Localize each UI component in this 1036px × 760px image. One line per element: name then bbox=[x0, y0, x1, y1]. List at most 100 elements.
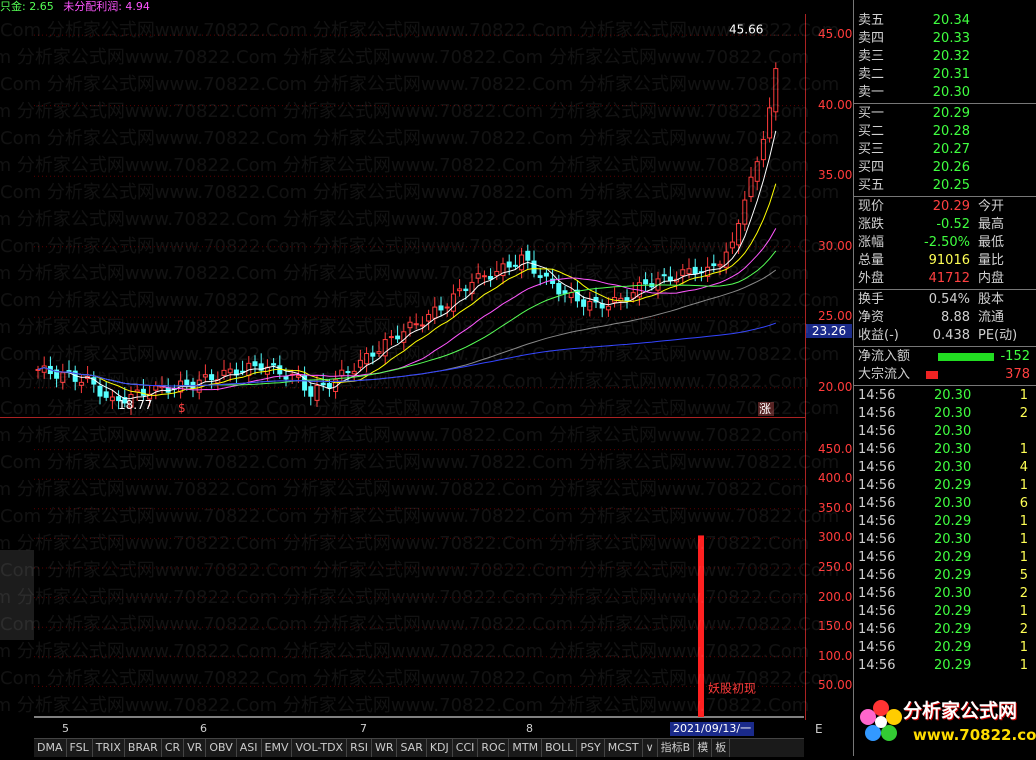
indicator-axis-label: 200.0 bbox=[818, 589, 853, 604]
tick-time: 14:56 bbox=[858, 442, 896, 457]
candle-body bbox=[450, 293, 456, 312]
candle-body bbox=[395, 335, 401, 340]
corner-label[interactable]: E bbox=[815, 722, 851, 738]
indicator-tab[interactable]: DMA bbox=[34, 739, 67, 757]
indicator-tab[interactable]: EMV bbox=[262, 739, 293, 757]
tick-row: 14:56 20.30 4 bbox=[854, 459, 1034, 477]
indicator-tab-right[interactable]: 指标B bbox=[658, 739, 695, 757]
bid-level: 买一 20.29 bbox=[854, 105, 1034, 123]
candle-body bbox=[320, 382, 326, 386]
indicator-tab[interactable]: SAR bbox=[397, 739, 427, 757]
candle-body bbox=[686, 268, 692, 275]
tick-volume: 4 bbox=[1019, 460, 1028, 475]
candle-body bbox=[767, 107, 773, 139]
ask-level-label: 卖一 bbox=[858, 85, 885, 100]
fund-flow-row: 净流入额 -152 bbox=[854, 348, 1034, 366]
moving-average-line bbox=[37, 130, 777, 400]
indicator-axis-label: 450.0 bbox=[818, 441, 853, 456]
candle-body bbox=[537, 275, 543, 278]
indicator-chart[interactable]: 妖股初现 bbox=[34, 420, 804, 720]
ask-level: 卖二 20.31 bbox=[854, 66, 1034, 84]
fund-flow-row: 大宗流入 378 bbox=[854, 366, 1034, 384]
indicator-tab[interactable]: ∨ bbox=[643, 739, 658, 757]
quote-row-label: 现价 bbox=[858, 199, 885, 214]
indicator-tab[interactable]: ROC bbox=[478, 739, 510, 757]
bid-level-value: 20.25 bbox=[932, 178, 970, 193]
quote-row: 总量 91016 量比 bbox=[854, 252, 1034, 270]
candle-body bbox=[364, 353, 370, 365]
indicator-tab[interactable]: FSL bbox=[67, 739, 93, 757]
candle-body bbox=[60, 372, 66, 383]
quote-row-value: 41712 bbox=[928, 271, 970, 286]
indicator-tab[interactable]: TRIX bbox=[93, 739, 125, 757]
indicator-tab[interactable]: PSY bbox=[577, 739, 605, 757]
fund-flow-bar bbox=[938, 353, 994, 361]
indicator-tab[interactable]: BRAR bbox=[125, 739, 162, 757]
panel-separator bbox=[854, 346, 1036, 347]
month-label-0: 5 bbox=[62, 722, 69, 735]
candle-body bbox=[103, 391, 109, 398]
candle-body bbox=[754, 161, 760, 182]
candle-body bbox=[221, 369, 227, 376]
bid-level: 买五 20.25 bbox=[854, 177, 1034, 195]
indicator-tab[interactable]: ASI bbox=[237, 739, 262, 757]
candle-body bbox=[773, 68, 779, 113]
candle-body bbox=[742, 199, 748, 225]
indicator-tab[interactable]: WR bbox=[372, 739, 398, 757]
bid-level-value: 20.28 bbox=[932, 124, 970, 139]
panel-separator bbox=[854, 196, 1036, 197]
candle-body bbox=[370, 352, 376, 357]
candle-body bbox=[326, 383, 332, 389]
indicator-tab[interactable]: VR bbox=[184, 739, 207, 757]
bid-level: 买二 20.28 bbox=[854, 123, 1034, 141]
indicator-tab-right[interactable]: 板 bbox=[712, 739, 731, 757]
tick-row: 14:56 20.29 1 bbox=[854, 603, 1034, 621]
indicator-tab[interactable]: BOLL bbox=[542, 739, 578, 757]
candle-body bbox=[519, 254, 525, 271]
candlestick-chart[interactable]: 45.66 18.77 $ 涨 bbox=[34, 14, 804, 416]
price-axis-label: 35.00 bbox=[818, 168, 853, 183]
tick-volume: 2 bbox=[1019, 586, 1028, 601]
indicator-tab-right[interactable]: 模 bbox=[694, 739, 713, 757]
indicator-tab[interactable]: VOL-TDX bbox=[292, 739, 348, 757]
quote-row: 涨幅 -2.50% 最低 bbox=[854, 234, 1034, 252]
tick-volume: 1 bbox=[1019, 532, 1028, 547]
candle-body bbox=[525, 250, 531, 261]
candle-body bbox=[692, 266, 698, 275]
ask-level: 卖四 20.33 bbox=[854, 30, 1034, 48]
tick-time: 14:56 bbox=[858, 478, 896, 493]
price-axis-label: 20.00 bbox=[818, 379, 853, 394]
candle-body bbox=[432, 306, 438, 319]
indicator-tab[interactable]: CR bbox=[162, 739, 185, 757]
quote-row-label2: 量比 bbox=[978, 253, 1005, 268]
tick-price: 20.30 bbox=[934, 532, 972, 547]
tick-row: 14:56 20.29 1 bbox=[854, 513, 1034, 531]
tick-price: 20.29 bbox=[934, 568, 972, 583]
tick-time: 14:56 bbox=[858, 658, 896, 673]
tick-time: 14:56 bbox=[858, 568, 896, 583]
quote-row-label: 涨跌 bbox=[858, 217, 885, 232]
candle-body bbox=[308, 386, 314, 397]
indicator-tab[interactable]: CCI bbox=[453, 739, 479, 757]
month-label-3: 8 bbox=[526, 722, 533, 735]
indicator-axis-label: 150.0 bbox=[818, 619, 853, 634]
bid-level-label: 买一 bbox=[858, 106, 885, 121]
indicator-tab[interactable]: OBV bbox=[206, 739, 237, 757]
fundamental-row-value: 0.54% bbox=[928, 292, 970, 307]
indicator-tab[interactable]: MCST bbox=[605, 739, 643, 757]
candle-body bbox=[283, 376, 289, 380]
bid-level-label: 买四 bbox=[858, 160, 885, 175]
indicator-tab[interactable]: KDJ bbox=[427, 739, 453, 757]
indicator-signal-label: 妖股初现 bbox=[708, 681, 756, 695]
bid-level-value: 20.26 bbox=[932, 160, 970, 175]
indicator-tab[interactable]: RSI bbox=[347, 739, 372, 757]
tick-row: 14:56 20.29 1 bbox=[854, 549, 1034, 567]
candle-body bbox=[736, 223, 742, 246]
candle-body bbox=[209, 374, 215, 381]
candle-body bbox=[78, 381, 84, 386]
indicator-tab[interactable]: MTM bbox=[509, 739, 543, 757]
candle-body bbox=[481, 275, 487, 278]
tick-volume: 1 bbox=[1019, 658, 1028, 673]
bid-level-label: 买二 bbox=[858, 124, 885, 139]
price-axis-label: 25.00 bbox=[818, 309, 853, 324]
